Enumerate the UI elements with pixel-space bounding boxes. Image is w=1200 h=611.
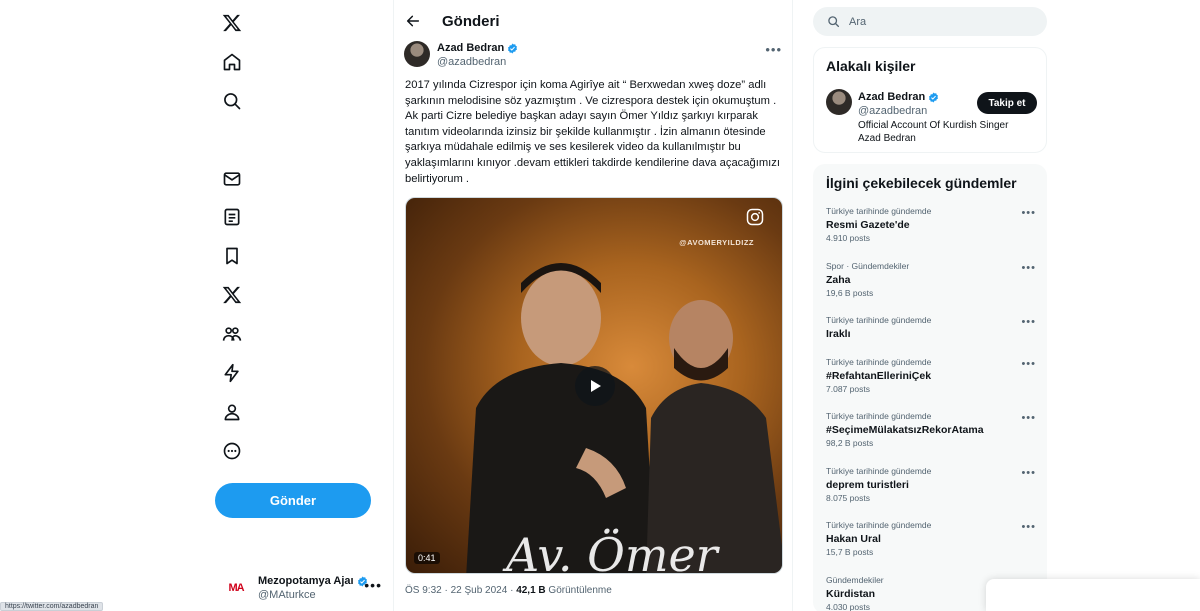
trend-count: 8.075 posts [826, 493, 870, 503]
trend-name: Hakan Ural [826, 533, 881, 545]
trend-name: #RefahtanElleriniÇek [826, 370, 932, 382]
trend-context: Türkiye tarihinde gündemde [826, 411, 932, 421]
explore-icon[interactable] [220, 89, 244, 113]
tweet-views-label: Görüntülenme [545, 585, 612, 596]
trend-name: Iraklı [826, 328, 851, 340]
trend-count: 98,2 B posts [826, 438, 874, 448]
trend-context: Türkiye tarihinde gündemde [826, 357, 932, 367]
lists-icon[interactable] [220, 205, 244, 229]
browser-status-url: https://twitter.com/azadbedran [0, 602, 104, 611]
related-people-title: Alakalı kişiler [826, 58, 916, 74]
right-sidebar: Alakalı kişiler Azad Bedran @azadbedran … [813, 0, 1048, 611]
trend-more-icon[interactable]: ••• [1021, 207, 1036, 219]
page-title: Gönderi [442, 13, 500, 30]
related-name[interactable]: Azad Bedran [858, 91, 925, 103]
trend-item[interactable]: Türkiye tarihinde gündemde #RefahtanElle… [826, 357, 1036, 395]
premium-x-icon[interactable] [220, 283, 244, 307]
post-header: Gönderi [394, 0, 794, 42]
trends-title: İlgini çekebilecek gündemler [826, 175, 1017, 191]
home-icon[interactable] [220, 50, 244, 74]
trends-card: İlgini çekebilecek gündemler Türkiye tar… [813, 164, 1047, 611]
play-button[interactable] [575, 366, 615, 406]
x-logo-icon[interactable] [220, 11, 244, 35]
related-people-card: Alakalı kişiler Azad Bedran @azadbedran … [813, 47, 1047, 153]
video-watermark: @AVOMERYILDIZZ [679, 238, 754, 247]
related-handle[interactable]: @azadbedran [858, 105, 927, 117]
tweet-meta: ÖS 9:32 · 22 Şub 2024 · 42,1 B Görüntüle… [405, 585, 612, 596]
trend-count: 7.087 posts [826, 384, 870, 394]
communities-icon[interactable] [220, 322, 244, 346]
trend-more-icon[interactable]: ••• [1021, 521, 1036, 533]
trend-more-icon[interactable]: ••• [1021, 262, 1036, 274]
play-icon [591, 380, 601, 392]
trend-more-icon[interactable]: ••• [1021, 358, 1036, 370]
trend-name: deprem turistleri [826, 479, 909, 491]
trend-item[interactable]: Türkiye tarihinde gündemde #SeçimeMülaka… [826, 411, 1036, 449]
trend-context: Türkiye tarihinde gündemde [826, 206, 932, 216]
trend-item[interactable]: Türkiye tarihinde gündemde deprem turist… [826, 466, 1036, 504]
main-column: Gönderi Azad Bedran @azadbedran ••• 2017… [393, 0, 793, 611]
account-name: Mezopotamya Ajaı [258, 575, 354, 587]
more-icon[interactable] [220, 439, 244, 463]
post-button[interactable]: Gönder [215, 483, 371, 518]
tweet-video[interactable]: @AVOMERYILDIZZ Av. Ömer 0:41 [405, 197, 783, 574]
trend-context: Türkiye tarihinde gündemde [826, 315, 932, 325]
trend-name: Zaha [826, 274, 851, 286]
trend-context: Türkiye tarihinde gündemde [826, 520, 932, 530]
author-avatar[interactable] [404, 41, 430, 67]
search-box[interactable] [813, 7, 1047, 36]
tweet-more-icon[interactable]: ••• [765, 42, 782, 57]
trend-context: Türkiye tarihinde gündemde [826, 466, 932, 476]
trend-item[interactable]: Türkiye tarihinde gündemde Resmi Gazete'… [826, 206, 1036, 244]
messages-drawer[interactable] [986, 579, 1200, 611]
account-more-icon[interactable]: ••• [364, 577, 382, 593]
tweet-author: Azad Bedran @azadbedran ••• [404, 40, 784, 70]
account-avatar: MA [224, 576, 248, 600]
trend-name: #SeçimeMülakatsızRekorAtama [826, 424, 984, 436]
back-arrow-icon[interactable] [405, 13, 421, 29]
account-handle: @MAturkce [258, 589, 316, 601]
video-person-left [466, 263, 656, 573]
related-bio: Official Account Of Kurdish Singer Azad … [858, 120, 1009, 144]
profile-icon[interactable] [220, 400, 244, 424]
verified-badge-icon [508, 42, 518, 54]
trend-more-icon[interactable]: ••• [1021, 316, 1036, 328]
trend-more-icon[interactable]: ••• [1021, 467, 1036, 479]
bookmarks-icon[interactable] [220, 244, 244, 268]
author-handle[interactable]: @azadbedran [437, 56, 506, 68]
trend-count: 19,6 B posts [826, 288, 874, 298]
trend-item[interactable]: Türkiye tarihinde gündemde Iraklı ••• [826, 315, 1036, 342]
trend-item[interactable]: Türkiye tarihinde gündemde Hakan Ural 15… [826, 520, 1036, 558]
left-navigation: Gönder MA Mezopotamya Ajaı @MAturkce ••• [200, 0, 392, 611]
verified-badge-icon [929, 91, 939, 103]
video-duration: 0:41 [414, 552, 440, 564]
video-overlay-script: Av. Ömer [506, 528, 718, 574]
tweet-text: 2017 yılında Cizrespor için koma Agirîye… [405, 79, 780, 185]
author-name[interactable]: Azad Bedran [437, 42, 504, 54]
follow-button[interactable]: Takip et [977, 92, 1037, 114]
account-switcher[interactable]: MA Mezopotamya Ajaı @MAturkce ••• [224, 571, 394, 605]
messages-icon[interactable] [220, 167, 244, 191]
tweet-views-count: 42,1 B [516, 585, 546, 596]
trend-count: 4.910 posts [826, 233, 870, 243]
search-input[interactable] [849, 13, 1029, 30]
search-icon [828, 16, 840, 28]
trend-context: Spor · Gündemdekiler [826, 261, 910, 271]
trend-count: 15,7 B posts [826, 547, 874, 557]
related-avatar[interactable] [826, 89, 852, 115]
trend-more-icon[interactable]: ••• [1021, 412, 1036, 424]
trend-item[interactable]: Spor · Gündemdekiler Zaha 19,6 B posts •… [826, 261, 1036, 299]
instagram-icon [746, 208, 764, 226]
trend-name: Resmi Gazete'de [826, 219, 910, 231]
tweet-timestamp[interactable]: ÖS 9:32 · 22 Şub 2024 · [405, 585, 516, 596]
verified-orgs-icon[interactable] [220, 361, 244, 385]
